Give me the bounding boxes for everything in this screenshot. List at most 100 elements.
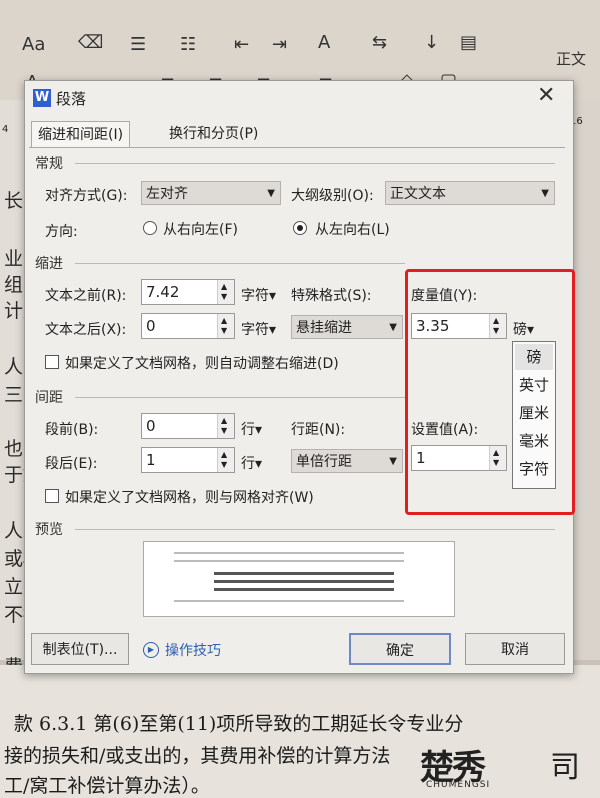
- spinner[interactable]: ▲ ▼: [217, 314, 234, 338]
- section-divider: [75, 263, 405, 264]
- preview-pane: [143, 541, 455, 617]
- section-divider: [75, 397, 405, 398]
- ok-button[interactable]: 确定: [349, 633, 451, 665]
- ltr-radio[interactable]: [293, 221, 307, 235]
- space-before-value: 0: [146, 417, 156, 435]
- tips-link[interactable]: 操作技巧: [165, 640, 221, 660]
- up-arrow-icon[interactable]: ▲: [221, 283, 227, 291]
- wps-logo-icon: W: [33, 89, 51, 107]
- line-spacing-select[interactable]: 单倍行距 ▼: [291, 449, 403, 473]
- section-preview: 预览: [35, 522, 63, 538]
- paragraph-dialog: W 段落 ✕ 缩进和间距(I) 换行和分页(P) 常规 对齐方式(G): 左对齐…: [24, 80, 575, 674]
- watermark-mark-icon: 司: [550, 750, 580, 785]
- section-divider: [75, 163, 555, 164]
- bullet-list-icon[interactable]: ☰: [130, 34, 146, 55]
- tab-stops-button[interactable]: 制表位(T)...: [31, 633, 129, 665]
- up-arrow-icon[interactable]: ▲: [221, 417, 227, 425]
- close-icon[interactable]: ✕: [537, 83, 555, 108]
- outline-level-select[interactable]: 正文文本 ▼: [385, 181, 555, 205]
- line-spacing-icon[interactable]: ⇆: [372, 32, 387, 53]
- rtl-radio[interactable]: [143, 221, 157, 235]
- outline-level-label: 大纲级别(O):: [291, 188, 374, 204]
- alignment-label: 对齐方式(G):: [45, 188, 128, 204]
- doc-line: 款 6.3.1 第(6)至第(11)项所导致的工期延长令专业分: [14, 713, 464, 735]
- text-effect-icon[interactable]: A: [318, 32, 330, 53]
- dialog-title: 段落: [56, 90, 87, 108]
- indent-before-unit-text: 字符: [241, 288, 269, 304]
- ruler-mark: 4: [2, 124, 9, 135]
- eraser-icon[interactable]: ⌫: [78, 32, 103, 53]
- space-before-label: 段前(B):: [45, 422, 99, 438]
- special-format-label: 特殊格式(S):: [291, 288, 372, 304]
- ltr-label[interactable]: 从左向右(L): [315, 219, 390, 239]
- down-arrow-icon[interactable]: ▼: [221, 427, 227, 435]
- chevron-down-icon: ▼: [267, 188, 275, 199]
- up-arrow-icon[interactable]: ▲: [221, 451, 227, 459]
- space-after-label: 段后(E):: [45, 456, 98, 472]
- doc-line: 接的损失和/或支出的，其费用补偿的计算方法: [4, 745, 391, 767]
- indent-after-label: 文本之后(X):: [45, 322, 127, 338]
- section-spacing: 间距: [35, 390, 63, 406]
- outline-level-value: 正文文本: [390, 186, 446, 202]
- indent-before-unit[interactable]: 字符▾: [241, 285, 276, 305]
- down-arrow-icon[interactable]: ▼: [221, 293, 227, 301]
- indent-before-label: 文本之前(R):: [45, 288, 127, 304]
- doc-line: 工/窝工补偿计算办法）。: [4, 775, 210, 797]
- snap-to-grid-label[interactable]: 如果定义了文档网格，则与网格对齐(W): [65, 487, 314, 507]
- space-after-value: 1: [146, 451, 156, 469]
- play-icon[interactable]: ▶: [143, 642, 159, 658]
- font-case-icon[interactable]: Aa: [22, 34, 45, 55]
- tab-divider: [29, 147, 565, 148]
- special-format-value: 悬挂缩进: [296, 320, 352, 336]
- section-divider: [75, 529, 555, 530]
- chevron-down-icon: ▼: [389, 322, 397, 333]
- numbered-list-icon[interactable]: ☷: [180, 34, 196, 55]
- snap-to-grid-checkbox[interactable]: [45, 489, 59, 503]
- preview-line: [174, 600, 404, 602]
- indent-after-unit[interactable]: 字符▾: [241, 319, 276, 339]
- spinner[interactable]: ▲ ▼: [217, 414, 234, 438]
- tab-indent-spacing[interactable]: 缩进和间距(I): [31, 121, 131, 148]
- up-arrow-icon[interactable]: ▲: [221, 317, 227, 325]
- indent-after-unit-text: 字符: [241, 322, 269, 338]
- space-before-unit-text: 行: [241, 422, 255, 438]
- preview-line: [174, 560, 404, 562]
- decrease-indent-icon[interactable]: ⇤: [234, 34, 249, 55]
- highlight-box: [405, 269, 575, 515]
- down-arrow-icon[interactable]: ▼: [221, 327, 227, 335]
- indent-before-input[interactable]: 7.42 ▲ ▼: [141, 279, 235, 305]
- line-spacing-label: 行距(N):: [291, 422, 346, 438]
- space-before-input[interactable]: 0 ▲ ▼: [141, 413, 235, 439]
- chevron-down-icon: ▼: [389, 456, 397, 467]
- alignment-select[interactable]: 左对齐 ▼: [141, 181, 281, 205]
- alignment-value: 左对齐: [146, 186, 188, 202]
- line-spacing-value: 单倍行距: [296, 454, 352, 470]
- auto-right-indent-checkbox[interactable]: [45, 355, 59, 369]
- auto-right-indent-label[interactable]: 如果定义了文档网格，则自动调整右缩进(D): [65, 353, 339, 373]
- special-format-select[interactable]: 悬挂缩进 ▼: [291, 315, 403, 339]
- spinner[interactable]: ▲ ▼: [217, 448, 234, 472]
- down-arrow-icon[interactable]: ▼: [221, 461, 227, 469]
- increase-indent-icon[interactable]: ⇥: [272, 34, 287, 55]
- space-after-input[interactable]: 1 ▲ ▼: [141, 447, 235, 473]
- sort-icon[interactable]: ↓: [424, 32, 439, 53]
- tab-line-page-breaks[interactable]: 换行和分页(P): [163, 121, 264, 147]
- style-normal[interactable]: 正文: [556, 48, 586, 69]
- spinner[interactable]: ▲ ▼: [217, 280, 234, 304]
- direction-label: 方向:: [45, 224, 78, 240]
- section-general: 常规: [35, 156, 63, 172]
- preview-line: [214, 572, 394, 575]
- space-before-unit[interactable]: 行▾: [241, 419, 262, 439]
- space-after-unit[interactable]: 行▾: [241, 453, 262, 473]
- indent-after-input[interactable]: 0 ▲ ▼: [141, 313, 235, 339]
- watermark-brand: CHUMENGSI: [426, 780, 491, 790]
- preview-line: [214, 580, 394, 583]
- dialog-titlebar[interactable]: W 段落 ✕: [25, 81, 573, 115]
- space-after-unit-text: 行: [241, 456, 255, 472]
- cancel-button[interactable]: 取消: [465, 633, 565, 665]
- chevron-down-icon: ▼: [541, 188, 549, 199]
- watermark: 楚秀 司 CHUMENGSI: [420, 738, 596, 794]
- table-icon[interactable]: ▤: [460, 32, 477, 53]
- section-indent: 缩进: [35, 256, 63, 272]
- rtl-label[interactable]: 从右向左(F): [163, 219, 238, 239]
